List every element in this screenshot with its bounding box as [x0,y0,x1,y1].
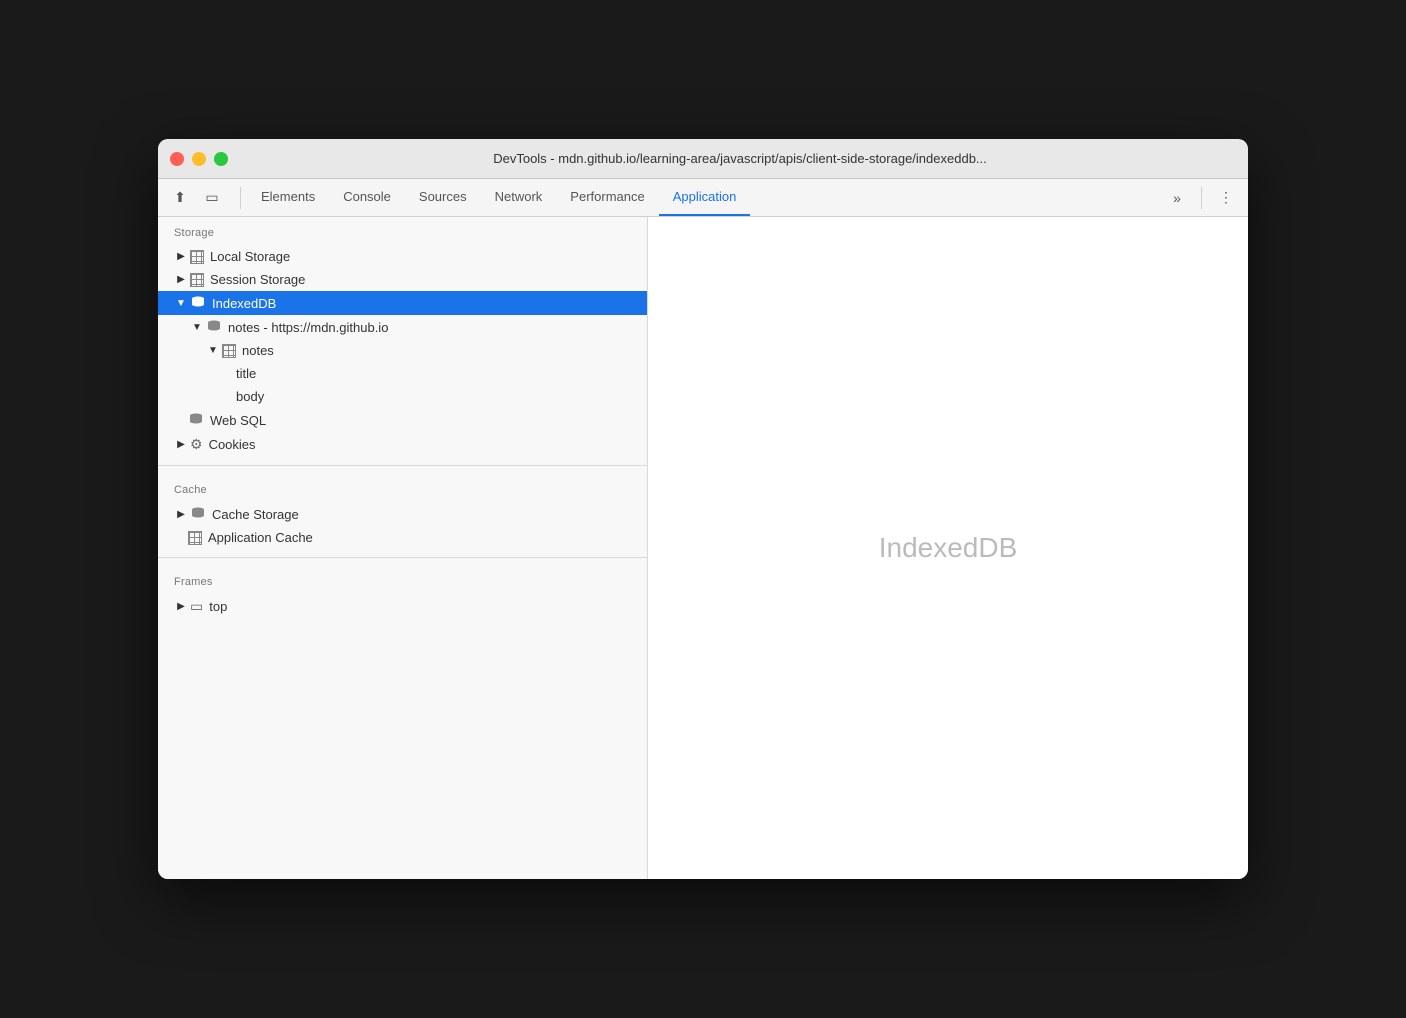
cache-storage-label: Cache Storage [212,507,299,522]
sidebar-item-title-index[interactable]: title [158,362,647,385]
tab-network[interactable]: Network [481,179,557,216]
indexed-db-icon [190,295,206,311]
tab-console[interactable]: Console [329,179,405,216]
expand-arrow-indexed-db [174,296,188,310]
expand-arrow-cookies [174,438,188,452]
expand-arrow-cache-storage [174,507,188,521]
cursor-icon: ⬆ [174,189,186,206]
application-cache-icon [188,531,202,545]
indexed-db-label: IndexedDB [212,296,276,311]
cookies-icon: ⚙ [190,436,203,453]
traffic-lights [170,152,228,166]
tab-sources[interactable]: Sources [405,179,481,216]
tab-application[interactable]: Application [659,179,751,216]
select-element-button[interactable]: ⬆ [166,184,194,212]
toolbar-icons: ⬆ ▭ [166,184,226,212]
frames-section-header: Frames [158,566,647,594]
sidebar-item-web-sql[interactable]: Web SQL [158,408,647,432]
frame-icon: ▭ [190,598,203,615]
web-sql-label: Web SQL [210,413,266,428]
notes-store-icon [222,344,236,358]
session-storage-icon [190,273,204,287]
sidebar-item-local-storage[interactable]: Local Storage [158,245,647,268]
device-icon: ▭ [205,189,218,206]
toolbar: ⬆ ▭ Elements Console Sources Network Per… [158,179,1248,217]
sidebar-item-frames-top[interactable]: ▭ top [158,594,647,619]
title-index-label: title [236,366,256,381]
main-panel: IndexedDB [648,217,1248,879]
devtools-menu-button[interactable]: ⋮ [1212,184,1240,212]
more-icon: » [1173,190,1181,206]
expand-arrow-frames-top [174,600,188,614]
expand-arrow-local-storage [174,250,188,264]
storage-section-header: Storage [158,217,647,245]
notes-store-label: notes [242,343,274,358]
sidebar-item-notes-db[interactable]: notes - https://mdn.github.io [158,315,647,339]
menu-icon: ⋮ [1219,189,1233,206]
main-panel-empty-text: IndexedDB [879,532,1018,564]
expand-arrow-session-storage [174,273,188,287]
cache-storage-icon [190,506,206,522]
web-sql-icon [188,412,204,428]
divider-2 [158,557,647,558]
maximize-button[interactable] [214,152,228,166]
sidebar-item-indexed-db[interactable]: IndexedDB [158,291,647,315]
tab-elements[interactable]: Elements [247,179,329,216]
more-tabs-button[interactable]: » [1163,184,1191,212]
toolbar-divider-2 [1201,187,1202,209]
minimize-button[interactable] [192,152,206,166]
sidebar: Storage Local Storage Session Storage [158,217,648,879]
sidebar-item-notes-store[interactable]: notes [158,339,647,362]
close-button[interactable] [170,152,184,166]
expand-arrow-notes-db [190,320,204,334]
divider-1 [158,465,647,466]
cache-section-header: Cache [158,474,647,502]
tab-performance[interactable]: Performance [556,179,658,216]
window-title: DevTools - mdn.github.io/learning-area/j… [244,151,1236,166]
local-storage-icon [190,250,204,264]
sidebar-item-application-cache[interactable]: Application Cache [158,526,647,549]
session-storage-label: Session Storage [210,272,305,287]
toolbar-more: » ⋮ [1163,184,1240,212]
titlebar: DevTools - mdn.github.io/learning-area/j… [158,139,1248,179]
expand-arrow-notes-store [206,344,220,358]
application-cache-label: Application Cache [208,530,313,545]
local-storage-label: Local Storage [210,249,290,264]
device-toolbar-button[interactable]: ▭ [198,184,226,212]
cookies-label: Cookies [209,437,256,452]
devtools-window: DevTools - mdn.github.io/learning-area/j… [158,139,1248,879]
tab-bar: Elements Console Sources Network Perform… [247,179,1163,216]
main-area: Storage Local Storage Session Storage [158,217,1248,879]
body-index-label: body [236,389,264,404]
notes-db-icon [206,319,222,335]
sidebar-item-session-storage[interactable]: Session Storage [158,268,647,291]
notes-db-label: notes - https://mdn.github.io [228,320,388,335]
sidebar-item-cache-storage[interactable]: Cache Storage [158,502,647,526]
frames-top-label: top [209,599,227,614]
sidebar-item-body-index[interactable]: body [158,385,647,408]
toolbar-divider [240,187,241,209]
sidebar-item-cookies[interactable]: ⚙ Cookies [158,432,647,457]
